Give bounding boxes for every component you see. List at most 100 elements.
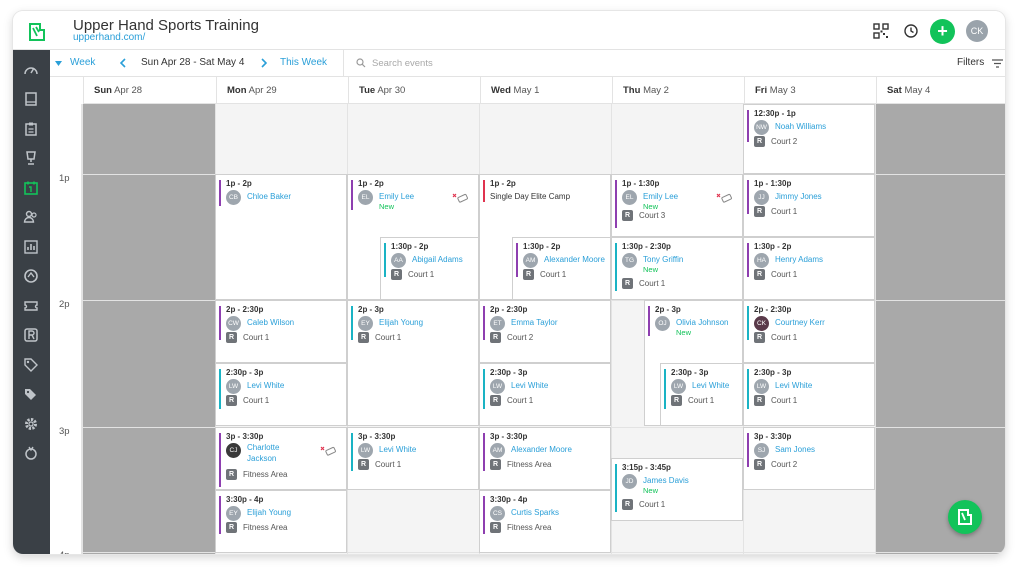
day-header[interactable]: Thu May 2	[612, 77, 744, 104]
day-header[interactable]: Fri May 3	[744, 77, 876, 104]
client-name[interactable]: Levi White	[379, 445, 416, 454]
search-input[interactable]	[372, 55, 642, 71]
event-card[interactable]: 3p - 3:30p AM Alexander Moore R Fitness Area	[479, 427, 611, 490]
time-gutter: 1p 2p 3p 4p	[50, 104, 82, 554]
clock-icon[interactable]	[903, 23, 919, 39]
filter-icon[interactable]	[992, 59, 1003, 68]
week-grid[interactable]: 1p 2p 3p 4p 12:30p - 1pNWNoah WilliamsRC…	[50, 104, 1005, 554]
settings-gear-icon[interactable]	[23, 416, 39, 432]
calendar-icon[interactable]	[23, 180, 39, 196]
client-name[interactable]: Chloe Baker	[247, 192, 291, 201]
marketing-icon[interactable]	[23, 268, 39, 284]
filters-button[interactable]: Filters	[957, 57, 984, 68]
event-card[interactable]: 1:30p - 2p AA Abigail Adams R Court 1	[380, 237, 479, 300]
day-of-week: Mon	[227, 85, 247, 96]
event-card[interactable]: 2:30p - 3p LW Levi White R Court 1	[743, 363, 875, 426]
client-name[interactable]: Tony Griffin	[643, 255, 683, 264]
client-name[interactable]: Emily Lee	[643, 192, 678, 201]
account-icon[interactable]	[23, 445, 39, 461]
upper-hand-logo[interactable]	[27, 21, 47, 43]
client-name[interactable]: Caleb Wilson	[247, 318, 294, 327]
next-week-icon[interactable]	[261, 58, 267, 68]
event-card[interactable]: 3p - 3:30p CJ Charlotte Jackson R Fitness Ar…	[215, 427, 347, 490]
event-card[interactable]: 3:30p - 4p CS Curtis Sparks R Fitness Area	[479, 490, 611, 553]
event-time: 2p - 3p	[655, 305, 681, 314]
event-card[interactable]: 2:30p - 3p LW Levi White R Court 1	[479, 363, 611, 426]
event-time: 3p - 3:30p	[358, 432, 396, 441]
client-avatar: JD	[622, 474, 637, 489]
day-header[interactable]: Wed May 1	[480, 77, 612, 104]
event-card[interactable]: 1:30p - 2p HA Henry Adams R Court 1	[743, 237, 875, 300]
event-card[interactable]: 2p - 3p EY Elijah Young R Court 1	[347, 300, 479, 426]
qr-code-icon[interactable]	[873, 23, 889, 39]
client-name[interactable]: Alexander Moore	[511, 445, 572, 454]
resources-icon[interactable]	[23, 327, 39, 343]
day-header[interactable]: Mon Apr 29	[216, 77, 348, 104]
client-name[interactable]: Abigail Adams	[412, 255, 463, 264]
event-card[interactable]: 2:30p - 3p LW Levi White R Court 1	[215, 363, 347, 426]
event-card[interactable]: 1:30p - 2:30p TG Tony Griffin New R Court 1	[611, 237, 743, 300]
client-name[interactable]: Curtis Sparks	[511, 508, 559, 517]
client-name[interactable]: Henry Adams	[775, 255, 823, 264]
client-name[interactable]: Charlotte Jackson	[247, 442, 297, 464]
clipboard-icon[interactable]	[23, 121, 39, 137]
event-card[interactable]: 2p - 2:30p CK Courtney Kerr R Court 1	[743, 300, 875, 363]
event-card[interactable]: 12:30p - 1p NW Noah Williams R Court 2	[743, 104, 875, 174]
prev-week-icon[interactable]	[120, 58, 126, 68]
help-fab[interactable]	[948, 500, 982, 534]
client-name[interactable]: Levi White	[247, 381, 284, 390]
event-color-bar	[747, 243, 749, 277]
event-card[interactable]: 3p - 3:30p SJ Sam Jones R Court 2	[743, 427, 875, 490]
date-range: Sun Apr 28 - Sat May 4	[141, 57, 245, 68]
users-icon[interactable]	[23, 209, 39, 225]
user-avatar[interactable]: CK	[966, 20, 988, 42]
event-card[interactable]: 2p - 2:30p ET Emma Taylor R Court 2	[479, 300, 611, 363]
book-icon[interactable]	[23, 91, 39, 107]
tags-icon[interactable]	[23, 386, 39, 402]
dashboard-icon[interactable]	[23, 62, 39, 78]
app-url[interactable]: upperhand.com/	[73, 32, 145, 43]
day-date: May 1	[513, 85, 540, 96]
client-name[interactable]: Alexander Moore	[544, 255, 605, 264]
day-column[interactable]	[82, 104, 215, 554]
event-card[interactable]: 1p - 1:30p EL Emily Lee New R Court 3	[611, 174, 743, 237]
client-name[interactable]: Elijah Young	[379, 318, 423, 327]
client-name[interactable]: Courtney Kerr	[775, 318, 825, 327]
day-header[interactable]: Sat May 4	[876, 77, 1005, 104]
event-card[interactable]: 3p - 3:30p LW Levi White R Court 1	[347, 427, 479, 490]
client-name[interactable]: Noah Williams	[775, 122, 826, 131]
client-name[interactable]: Jimmy Jones	[775, 192, 822, 201]
event-card[interactable]: 2p - 2:30p CW Caleb Wilson R Court 1	[215, 300, 347, 363]
client-name[interactable]: Levi White	[511, 381, 548, 390]
client-name[interactable]: Emma Taylor	[511, 318, 558, 327]
client-name[interactable]: Levi White	[775, 381, 812, 390]
day-header[interactable]: Sun Apr 28	[83, 77, 216, 104]
day-header[interactable]: Tue Apr 30	[348, 77, 480, 104]
event-card[interactable]: 2:30p - 3p LW Levi White R Court 1	[660, 363, 743, 426]
client-name[interactable]: Levi White	[692, 381, 729, 390]
caret-down-icon[interactable]	[55, 61, 62, 66]
event-card[interactable]: 1:30p - 2p AM Alexander Moore R Court 1	[512, 237, 611, 300]
day-column[interactable]	[875, 104, 1005, 554]
client-name[interactable]: Sam Jones	[775, 445, 815, 454]
this-week-button[interactable]: This Week	[280, 57, 327, 68]
tag-icon[interactable]	[23, 357, 39, 373]
trophy-icon[interactable]	[23, 150, 39, 166]
client-name[interactable]: Elijah Young	[247, 508, 291, 517]
client-name[interactable]: James Davis	[643, 476, 689, 485]
client-name[interactable]: Emily Lee	[379, 192, 414, 201]
event-color-bar	[483, 496, 485, 534]
add-button[interactable]: +	[930, 19, 955, 44]
event-card[interactable]: 1p - 1:30p JJ Jimmy Jones R Court 1	[743, 174, 875, 237]
client-name[interactable]: Olivia Johnson	[676, 318, 728, 327]
reports-icon[interactable]	[23, 239, 39, 255]
event-card[interactable]: 3:15p - 3:45p JD James Davis New R Court 1	[611, 458, 743, 521]
day-of-week: Sun	[94, 85, 112, 96]
resource-badge: R	[671, 395, 682, 406]
hour-label: 1p	[59, 173, 70, 184]
event-card[interactable]: 1p - 2p CB Chloe Baker	[215, 174, 347, 300]
ticket-icon[interactable]	[23, 298, 39, 314]
event-card[interactable]: 3:30p - 4p EY Elijah Young R Fitness Area	[215, 490, 347, 553]
view-select[interactable]: Week	[70, 57, 95, 68]
resource-badge: R	[226, 469, 237, 480]
